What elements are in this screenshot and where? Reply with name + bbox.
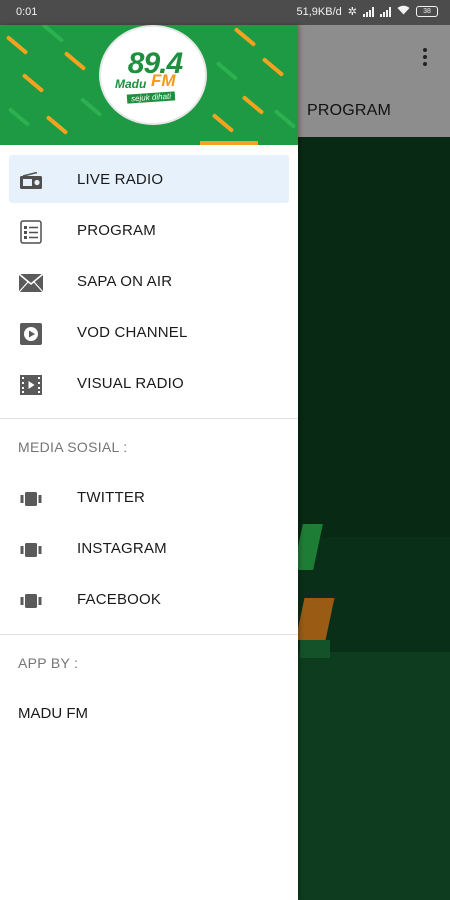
section-title: MEDIA SOSIAL : xyxy=(18,439,128,455)
menu-item-live-radio[interactable]: LIVE RADIO xyxy=(0,155,298,206)
navigation-drawer: 89.4 Madu FM sejuk dihati LIVE RADIO PRO… xyxy=(0,25,298,900)
section-title: APP BY : xyxy=(18,655,79,671)
list-icon xyxy=(18,219,44,245)
app-logo-peek xyxy=(298,520,338,680)
drawer-header: 89.4 Madu FM sejuk dihati xyxy=(0,25,298,145)
menu-item-program[interactable]: PROGRAM xyxy=(0,206,298,257)
social-icon xyxy=(18,588,44,614)
menu-item-instagram[interactable]: INSTAGRAM xyxy=(0,524,298,575)
menu-label: FACEBOOK xyxy=(77,591,162,608)
status-bar: 0:01 51,9KB/d ✲ 38 xyxy=(0,0,450,25)
play-icon xyxy=(18,321,44,347)
menu-label: LIVE RADIO xyxy=(77,171,164,188)
signal-icon-2 xyxy=(380,6,391,17)
app-by-header: APP BY : xyxy=(0,635,298,689)
menu-label: VOD CHANNEL xyxy=(77,324,188,341)
drawer-menu: LIVE RADIO PROGRAM SAPA ON AIR VOD CHANN… xyxy=(0,155,298,739)
menu-label: VISUAL RADIO xyxy=(77,375,184,392)
media-sosial-header: MEDIA SOSIAL : xyxy=(0,419,298,473)
menu-label: PROGRAM xyxy=(77,222,156,239)
menu-label: INSTAGRAM xyxy=(77,540,167,557)
wifi-icon xyxy=(397,5,410,18)
header-accent-bar xyxy=(200,141,258,145)
app-by-label: MADU FM xyxy=(18,705,88,722)
app-content-area xyxy=(298,137,450,537)
network-speed: 51,9KB/d xyxy=(296,5,342,18)
tab-program[interactable]: PROGRAM xyxy=(307,102,391,120)
radio-icon xyxy=(18,168,44,194)
signal-icon xyxy=(363,6,374,17)
app-by-madu-fm[interactable]: MADU FM xyxy=(0,689,298,739)
menu-item-vod-channel[interactable]: VOD CHANNEL xyxy=(0,308,298,359)
status-time: 0:01 xyxy=(16,6,38,18)
social-icon xyxy=(18,486,44,512)
film-icon xyxy=(18,372,44,398)
menu-item-facebook[interactable]: FACEBOOK xyxy=(0,575,298,626)
alarm-icon: ✲ xyxy=(347,6,357,18)
overflow-menu-icon[interactable] xyxy=(415,42,435,72)
menu-item-sapa-on-air[interactable]: SAPA ON AIR xyxy=(0,257,298,308)
social-icon xyxy=(18,537,44,563)
mail-icon xyxy=(18,270,44,296)
menu-label: TWITTER xyxy=(77,489,146,506)
menu-item-twitter[interactable]: TWITTER xyxy=(0,473,298,524)
app-content-lower xyxy=(298,652,450,900)
madu-fm-logo: 89.4 Madu FM sejuk dihati xyxy=(99,25,207,125)
menu-label: SAPA ON AIR xyxy=(77,273,173,290)
battery-icon: 38 xyxy=(416,6,438,17)
menu-item-visual-radio[interactable]: VISUAL RADIO xyxy=(0,359,298,410)
